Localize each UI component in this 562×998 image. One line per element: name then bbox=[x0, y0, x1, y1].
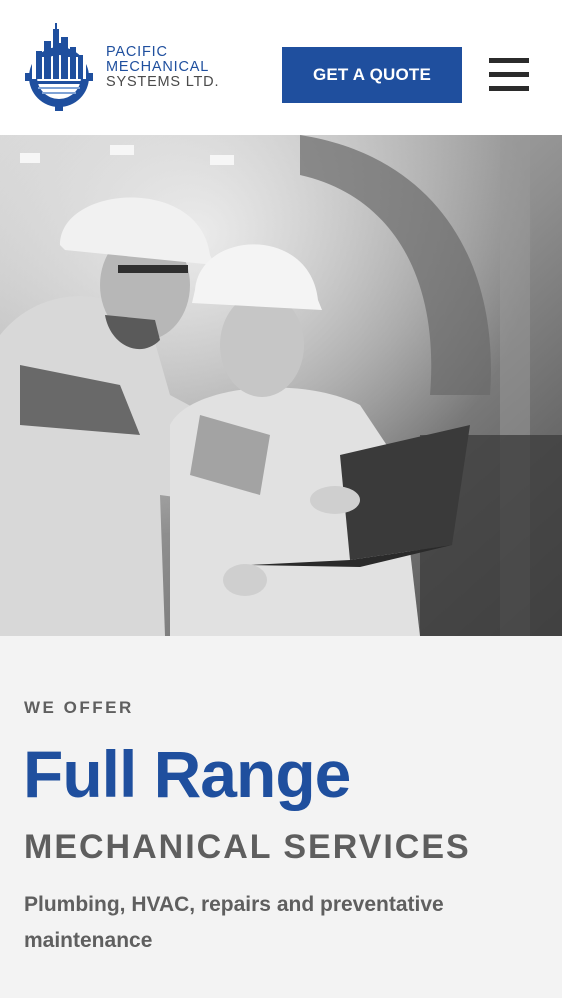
skyline-gear-logo-icon bbox=[25, 23, 93, 111]
logo-line-2: MECHANICAL bbox=[106, 58, 210, 75]
hamburger-menu-icon[interactable] bbox=[488, 57, 530, 93]
site-header: PACIFIC MECHANICAL SYSTEMS LTD. GET A QU… bbox=[0, 0, 562, 135]
section-headline: Full Range bbox=[23, 737, 351, 811]
engineers-photo-illustration bbox=[0, 135, 562, 636]
section-description: Plumbing, HVAC, repairs and preventative… bbox=[24, 893, 444, 952]
logo-line-1: PACIFIC bbox=[106, 43, 168, 60]
company-logo[interactable]: PACIFIC MECHANICAL SYSTEMS LTD. bbox=[22, 22, 252, 112]
logo-line-3: SYSTEMS LTD. bbox=[106, 73, 220, 90]
menu-bar bbox=[489, 86, 529, 91]
menu-bar bbox=[489, 58, 529, 63]
hero-image bbox=[0, 135, 562, 636]
services-intro-section: WE OFFER Full Range MECHANICAL SERVICES … bbox=[0, 636, 562, 998]
get-a-quote-button[interactable]: GET A QUOTE bbox=[282, 47, 462, 103]
section-subheadline: MECHANICAL SERVICES bbox=[24, 828, 471, 866]
logo-wordmark: PACIFIC MECHANICAL SYSTEMS LTD. bbox=[106, 43, 220, 90]
menu-bar bbox=[489, 72, 529, 77]
eyebrow-label: WE OFFER bbox=[24, 698, 134, 717]
